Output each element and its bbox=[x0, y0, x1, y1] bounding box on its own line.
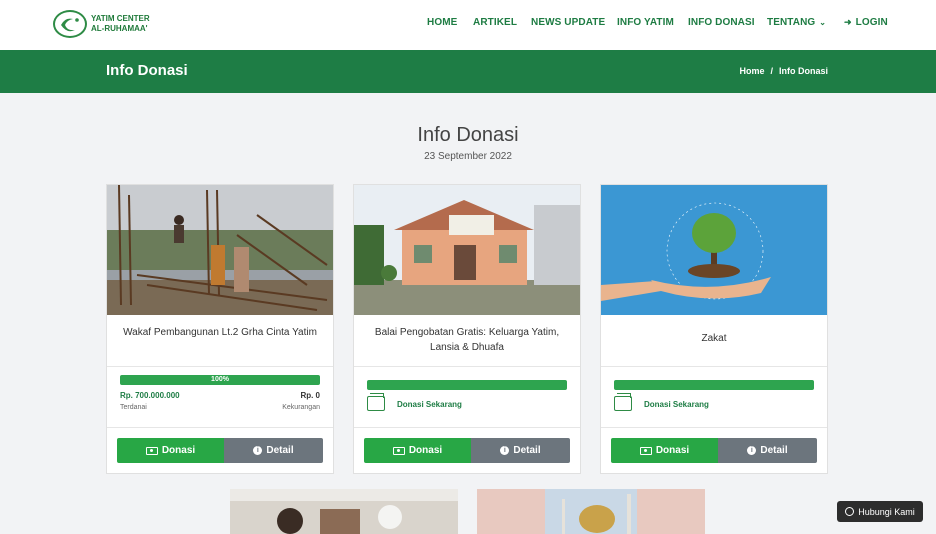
nav-login-label: LOGIN bbox=[855, 17, 888, 28]
raised-amount: Rp. 700.000.000 bbox=[120, 391, 180, 400]
contact-us-button[interactable]: Hubungi Kami bbox=[837, 501, 923, 522]
detail-button-label: Detail bbox=[513, 445, 541, 456]
clinic-photo bbox=[354, 185, 580, 315]
logo-mark bbox=[53, 10, 87, 38]
breadcrumb-separator: / bbox=[770, 66, 773, 76]
card-divider bbox=[601, 427, 827, 428]
sign-in-icon: ➜ bbox=[844, 17, 852, 27]
card-divider bbox=[107, 366, 333, 367]
donasi-sekarang-link[interactable]: Donasi Sekarang bbox=[397, 400, 462, 409]
construction-photo bbox=[107, 185, 333, 315]
donasi-button-label: Donasi bbox=[161, 445, 196, 456]
whatsapp-icon bbox=[845, 507, 855, 516]
logo-text: YATIM CENTER AL-RUHAMAA' bbox=[91, 14, 150, 34]
card-actions: Donasi i Detail bbox=[611, 438, 817, 463]
chevron-down-icon: ⌄ bbox=[819, 18, 827, 27]
money-icon bbox=[392, 446, 405, 455]
card-image-zakat[interactable] bbox=[601, 185, 827, 315]
nav-home[interactable]: HOME bbox=[427, 17, 457, 28]
info-icon: i bbox=[253, 446, 263, 455]
page-header-band: Info Donasi Home / Info Donasi bbox=[0, 50, 936, 93]
page-title: Info Donasi bbox=[106, 62, 188, 79]
breadcrumb-current: Info Donasi bbox=[779, 66, 828, 76]
card-divider bbox=[107, 427, 333, 428]
section-title: Info Donasi bbox=[417, 124, 519, 146]
donation-card-partial[interactable] bbox=[477, 489, 705, 534]
donation-progress-bar bbox=[367, 380, 567, 390]
detail-button-label: Detail bbox=[760, 445, 788, 456]
card-title[interactable]: Balai Pengobatan Gratis: Keluarga Yatim,… bbox=[364, 325, 570, 355]
zakat-photo bbox=[601, 185, 827, 315]
raised-label: Terdanai bbox=[120, 404, 147, 411]
children-photo bbox=[230, 489, 458, 534]
shortfall-label: Kekurangan bbox=[282, 404, 320, 411]
nav-info-yatim[interactable]: INFO YATIM bbox=[617, 17, 674, 28]
donasi-sekarang-link[interactable]: Donasi Sekarang bbox=[644, 400, 709, 409]
breadcrumb-home[interactable]: Home bbox=[739, 66, 764, 76]
card-image-construction[interactable] bbox=[107, 185, 333, 315]
logo-text-line2: AL-RUHAMAA' bbox=[91, 24, 148, 33]
donation-card-partial[interactable] bbox=[230, 489, 458, 534]
section-date: 23 September 2022 bbox=[424, 151, 512, 162]
wallet-icon bbox=[367, 393, 385, 411]
nav-tentang-label: TENTANG bbox=[767, 17, 816, 28]
card-divider bbox=[354, 366, 580, 367]
info-icon: i bbox=[747, 446, 757, 455]
nav-news-update[interactable]: NEWS UPDATE bbox=[531, 17, 605, 28]
donasi-button-label: Donasi bbox=[655, 445, 690, 456]
money-icon bbox=[145, 446, 158, 455]
card-title[interactable]: Zakat bbox=[611, 331, 817, 346]
card-divider bbox=[601, 366, 827, 367]
site-logo[interactable]: YATIM CENTER AL-RUHAMAA' bbox=[53, 10, 150, 38]
detail-button[interactable]: i Detail bbox=[224, 438, 323, 463]
donation-card: Wakaf Pembangunan Lt.2 Grha Cinta Yatim … bbox=[106, 184, 334, 474]
shortfall-amount: Rp. 0 bbox=[300, 391, 320, 400]
wallet-icon bbox=[614, 393, 632, 411]
logo-crescent-icon bbox=[61, 18, 79, 32]
nav-info-donasi[interactable]: INFO DONASI bbox=[688, 17, 755, 28]
card-actions: Donasi i Detail bbox=[117, 438, 323, 463]
donation-card: Balai Pengobatan Gratis: Keluarga Yatim,… bbox=[353, 184, 581, 474]
donation-progress-bar: 100% bbox=[120, 375, 320, 385]
detail-button-label: Detail bbox=[266, 445, 294, 456]
info-icon: i bbox=[500, 446, 510, 455]
detail-button[interactable]: i Detail bbox=[471, 438, 570, 463]
donasi-button[interactable]: Donasi bbox=[364, 438, 471, 463]
donation-progress-bar bbox=[614, 380, 814, 390]
navbar: YATIM CENTER AL-RUHAMAA' HOME ARTIKEL NE… bbox=[0, 0, 936, 50]
mosque-photo bbox=[477, 489, 705, 534]
card-divider bbox=[354, 427, 580, 428]
nav-login[interactable]: ➜ LOGIN bbox=[844, 17, 888, 28]
card-image-clinic[interactable] bbox=[354, 185, 580, 315]
donasi-button[interactable]: Donasi bbox=[611, 438, 718, 463]
donasi-button-label: Donasi bbox=[408, 445, 443, 456]
nav-tentang[interactable]: TENTANG ⌄ bbox=[767, 17, 826, 28]
card-title[interactable]: Wakaf Pembangunan Lt.2 Grha Cinta Yatim bbox=[117, 325, 323, 340]
nav-artikel[interactable]: ARTIKEL bbox=[473, 17, 517, 28]
donation-card: Zakat Donasi Sekarang Donasi i Detail bbox=[600, 184, 828, 474]
card-actions: Donasi i Detail bbox=[364, 438, 570, 463]
money-icon bbox=[639, 446, 652, 455]
logo-text-line1: YATIM CENTER bbox=[91, 14, 150, 23]
donasi-button[interactable]: Donasi bbox=[117, 438, 224, 463]
detail-button[interactable]: i Detail bbox=[718, 438, 817, 463]
breadcrumb: Home / Info Donasi bbox=[739, 66, 828, 76]
contact-us-label: Hubungi Kami bbox=[858, 506, 915, 517]
